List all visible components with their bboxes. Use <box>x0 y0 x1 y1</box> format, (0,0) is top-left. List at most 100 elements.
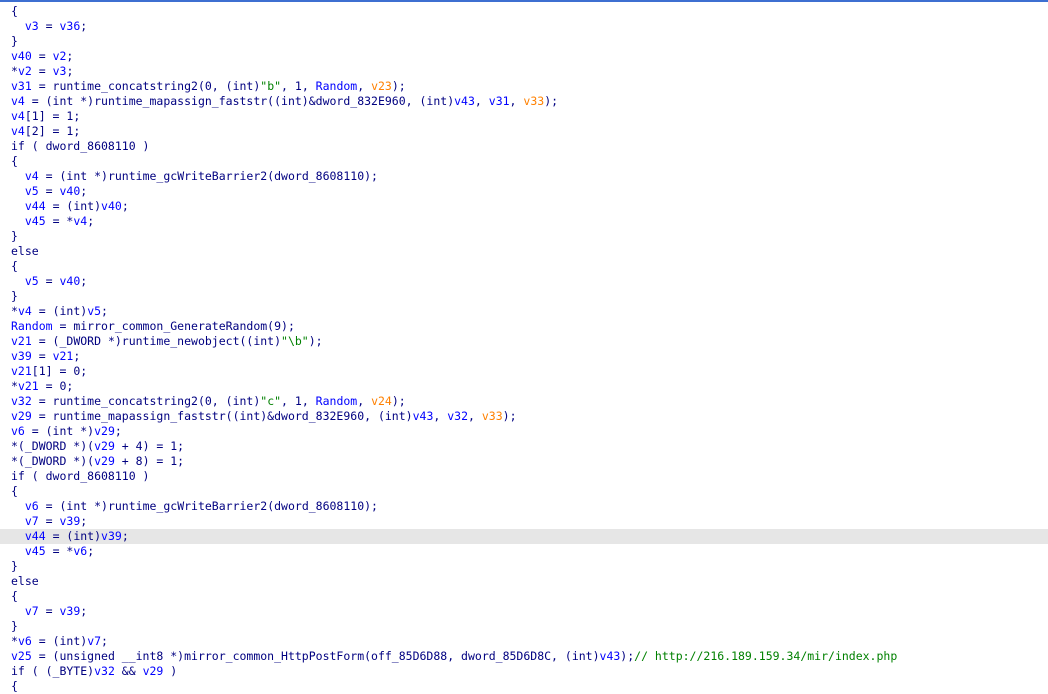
code-line[interactable]: v32 = runtime_concatstring2(0, (int)"c",… <box>0 394 1048 409</box>
pseudocode-view[interactable]: { v3 = v36;} v40 = v2; *v2 = v3; v31 = runt… <box>0 4 1048 694</box>
code-line[interactable]: } <box>0 34 1048 49</box>
code-token: , <box>474 94 489 108</box>
code-token: Random <box>11 319 53 333</box>
code-token: v2 <box>52 49 67 63</box>
code-token: v45 <box>24 544 46 558</box>
code-token: ; <box>80 604 88 618</box>
code-token: = (int) <box>31 304 88 318</box>
code-line[interactable]: } <box>0 559 1048 574</box>
code-token: v4 <box>11 109 25 123</box>
code-line[interactable]: v3 = v36; <box>0 19 1048 34</box>
code-token: = * <box>45 544 74 558</box>
code-token: } <box>11 229 18 243</box>
code-line[interactable]: v45 = *v4; <box>0 214 1048 229</box>
code-line[interactable]: else <box>0 244 1048 259</box>
code-line[interactable]: v4 = (int *)runtime_gcWriteBarrier2(dwor… <box>0 169 1048 184</box>
code-line[interactable]: v4 = (int *)runtime_mapassign_faststr((i… <box>0 94 1048 109</box>
code-line[interactable]: v6 = (int *)v29; <box>0 424 1048 439</box>
code-line[interactable]: { <box>0 589 1048 604</box>
code-token: [1] = 1; <box>24 109 81 123</box>
code-line[interactable]: { <box>0 259 1048 274</box>
code-token: = (_DWORD *)runtime_newobject((int) <box>31 334 282 348</box>
code-token: v4 <box>24 169 39 183</box>
code-token: v33 <box>523 94 545 108</box>
code-line[interactable]: *v2 = v3; <box>0 64 1048 79</box>
code-line[interactable]: *v6 = (int)v7; <box>0 634 1048 649</box>
code-line[interactable]: v25 = (unsigned __int8 *)mirror_common_H… <box>0 649 1048 664</box>
code-token: *(_DWORD *)( <box>11 439 95 453</box>
code-token: else <box>11 244 39 258</box>
code-token: v32 <box>94 664 115 678</box>
code-token: v43 <box>412 409 434 423</box>
code-line[interactable]: v7 = v39; <box>0 514 1048 529</box>
code-line[interactable]: *v21 = 0; <box>0 379 1048 394</box>
code-token: ); <box>620 649 635 663</box>
code-line[interactable]: v40 = v2; <box>0 49 1048 64</box>
code-token: = <box>38 184 60 198</box>
code-line[interactable]: v6 = (int *)runtime_gcWriteBarrier2(dwor… <box>0 499 1048 514</box>
code-token: if ( dword_8608110 ) <box>11 469 150 483</box>
code-token: ; <box>114 424 122 438</box>
code-line[interactable]: } <box>0 619 1048 634</box>
code-line[interactable]: v4[2] = 1; <box>0 124 1048 139</box>
code-line[interactable]: { <box>0 679 1048 694</box>
code-line[interactable]: { <box>0 4 1048 19</box>
code-token: = (int) <box>45 529 102 543</box>
code-token: v39 <box>59 514 81 528</box>
code-token: = runtime_concatstring2(0, (int) <box>31 79 261 93</box>
code-token: // http://216.189.159.34/mir/index.php <box>634 649 898 663</box>
code-line[interactable]: v5 = v40; <box>0 184 1048 199</box>
code-line[interactable]: v4[1] = 1; <box>0 109 1048 124</box>
code-line[interactable]: } <box>0 289 1048 304</box>
code-token: ; <box>101 634 108 648</box>
code-line[interactable]: v7 = v39; <box>0 604 1048 619</box>
code-token: ; <box>80 274 88 288</box>
code-line[interactable]: Random = mirror_common_GenerateRandom(9)… <box>0 319 1048 334</box>
code-line[interactable]: *(_DWORD *)(v29 + 4) = 1; <box>0 439 1048 454</box>
code-token: v31 <box>11 79 32 93</box>
code-line[interactable]: v44 = (int)v39; <box>0 529 1048 544</box>
code-line[interactable]: } <box>0 229 1048 244</box>
code-token: "\b" <box>281 334 309 348</box>
code-token: v40 <box>59 184 81 198</box>
code-token: ); <box>544 94 559 108</box>
code-token: { <box>11 154 18 168</box>
code-token: { <box>11 589 18 603</box>
code-token: ); <box>502 409 517 423</box>
code-token: { <box>11 4 18 18</box>
code-token: v40 <box>101 199 122 213</box>
code-token: "c" <box>260 394 282 408</box>
code-line[interactable]: else <box>0 574 1048 589</box>
code-token: v29 <box>11 409 32 423</box>
code-line[interactable]: v21[1] = 0; <box>0 364 1048 379</box>
code-line[interactable]: { <box>0 154 1048 169</box>
code-token: v39 <box>101 529 122 543</box>
code-token: v21 <box>52 349 74 363</box>
code-line[interactable]: v5 = v40; <box>0 274 1048 289</box>
code-line[interactable]: v31 = runtime_concatstring2(0, (int)"b",… <box>0 79 1048 94</box>
code-token: = <box>31 64 53 78</box>
code-token: v4 <box>17 304 32 318</box>
code-token: else <box>11 574 39 588</box>
code-line[interactable]: if ( (_BYTE)v32 && v29 ) <box>0 664 1048 679</box>
code-line[interactable]: { <box>0 484 1048 499</box>
code-token: } <box>11 34 18 48</box>
editor-top-border <box>0 0 1048 2</box>
code-line[interactable]: v45 = *v6; <box>0 544 1048 559</box>
code-token: } <box>11 289 18 303</box>
code-line[interactable]: *v4 = (int)v5; <box>0 304 1048 319</box>
code-line[interactable]: v29 = runtime_mapassign_faststr((int)&dw… <box>0 409 1048 424</box>
code-line[interactable]: *(_DWORD *)(v29 + 8) = 1; <box>0 454 1048 469</box>
code-line[interactable]: v21 = (_DWORD *)runtime_newobject((int)"… <box>0 334 1048 349</box>
code-token: v29 <box>142 664 164 678</box>
code-token: = <box>38 274 60 288</box>
code-line[interactable]: v44 = (int)v40; <box>0 199 1048 214</box>
code-line[interactable]: if ( dword_8608110 ) <box>0 469 1048 484</box>
code-line[interactable]: if ( dword_8608110 ) <box>0 139 1048 154</box>
code-token: [1] = 0; <box>31 364 88 378</box>
code-line[interactable]: v39 = v21; <box>0 349 1048 364</box>
